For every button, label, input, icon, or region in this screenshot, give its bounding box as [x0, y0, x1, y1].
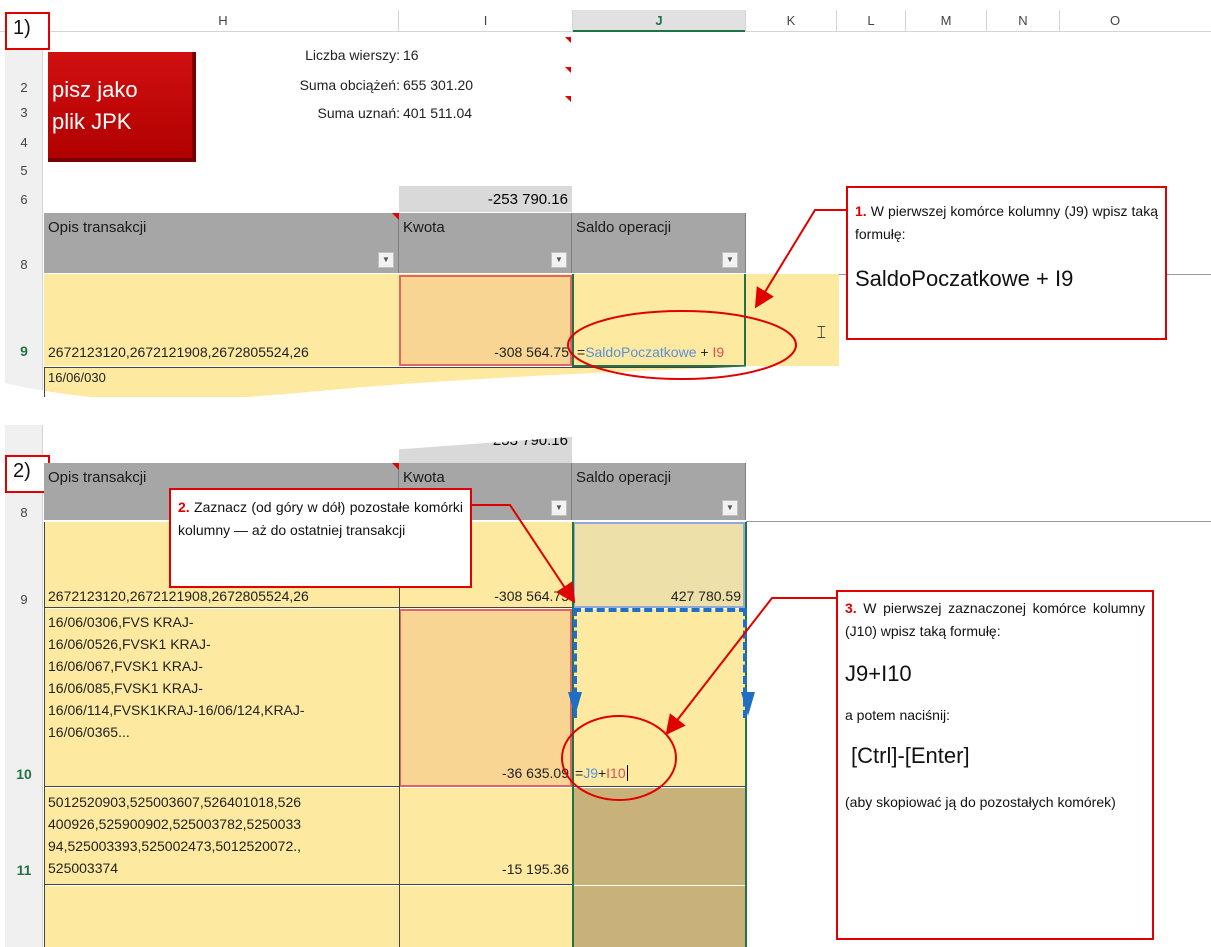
- highlight-ellipse: [567, 310, 797, 380]
- highlight-ellipse: [561, 715, 677, 801]
- pointer-arrow: [472, 504, 576, 604]
- pointer-arrow: [754, 209, 846, 309]
- pointer-arrow: [665, 597, 836, 736]
- annotation-overlay: [472, 209, 846, 801]
